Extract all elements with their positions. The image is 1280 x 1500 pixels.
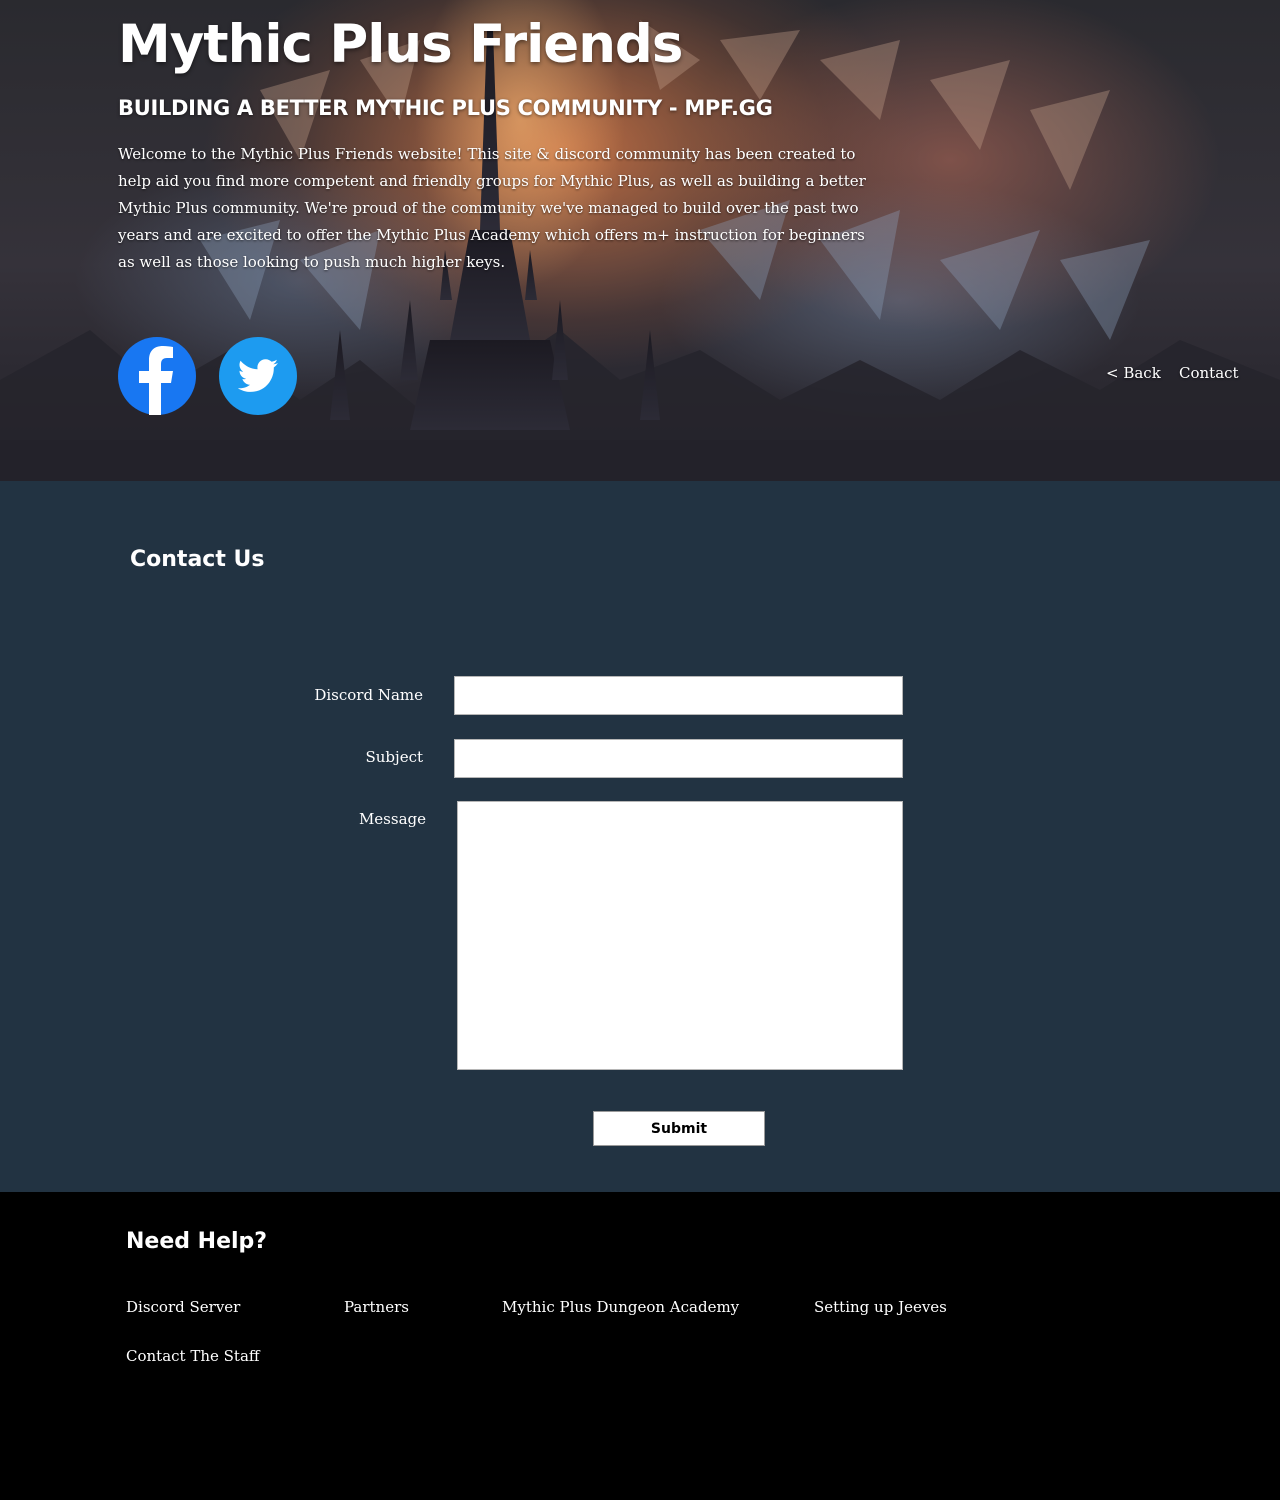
footer: Need Help? Discord Server Partners Mythi… <box>0 1192 1280 1500</box>
twitter-icon <box>237 359 278 392</box>
subject-label: Subject <box>365 748 424 766</box>
footer-link-partners[interactable]: Partners <box>344 1298 409 1316</box>
back-link[interactable]: < Back <box>1106 364 1161 382</box>
message-textarea[interactable] <box>457 801 903 1070</box>
facebook-link[interactable] <box>118 337 196 415</box>
discord-name-input[interactable] <box>454 676 903 715</box>
site-tagline: BUILDING A BETTER MYTHIC PLUS COMMUNITY … <box>118 96 773 120</box>
message-label: Message <box>358 810 426 828</box>
footer-title: Need Help? <box>126 1229 268 1254</box>
subject-input[interactable] <box>454 739 903 778</box>
footer-link-dungeon-academy[interactable]: Mythic Plus Dungeon Academy <box>502 1298 739 1316</box>
facebook-icon <box>139 346 173 415</box>
footer-link-setting-up-jeeves[interactable]: Setting up Jeeves <box>814 1298 947 1316</box>
footer-link-discord-server[interactable]: Discord Server <box>126 1298 240 1316</box>
footer-link-contact-staff[interactable]: Contact The Staff <box>126 1347 260 1365</box>
site-title: Mythic Plus Friends <box>118 14 683 75</box>
submit-button[interactable]: Submit <box>593 1111 765 1146</box>
contact-section: Contact Us Discord Name Subject Message … <box>0 481 1280 1192</box>
discord-name-label: Discord Name <box>314 686 423 704</box>
hero-banner: Mythic Plus Friends BUILDING A BETTER MY… <box>0 0 1280 481</box>
contact-section-title: Contact Us <box>130 547 265 572</box>
intro-paragraph: Welcome to the Mythic Plus Friends websi… <box>118 145 866 271</box>
contact-nav-link[interactable]: Contact <box>1179 364 1239 382</box>
twitter-link[interactable] <box>219 337 297 415</box>
